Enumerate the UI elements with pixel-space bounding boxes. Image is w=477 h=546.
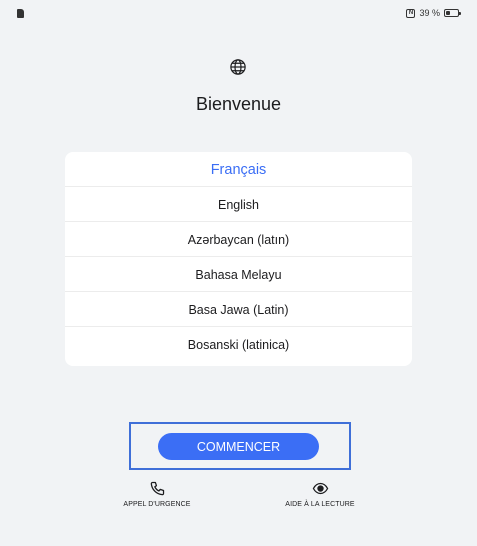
nfc-icon: N: [406, 8, 416, 18]
language-list[interactable]: Français English Azərbaycan (latın) Baha…: [65, 152, 412, 366]
eye-icon: [312, 482, 328, 495]
sim-card-icon: [17, 9, 24, 18]
emergency-call-label: APPEL D'URGENCE: [123, 501, 191, 508]
battery-icon: [444, 9, 461, 17]
battery-percent: 39 %: [419, 8, 440, 18]
language-item-english[interactable]: English: [65, 187, 412, 222]
language-item-bosnian[interactable]: Bosanski (latinica): [65, 327, 412, 362]
globe-icon: [230, 59, 246, 75]
language-item-french[interactable]: Français: [65, 153, 412, 187]
reading-aid-button[interactable]: AIDE À LA LECTURE: [280, 480, 360, 508]
phone-icon: [150, 481, 164, 496]
language-item-malay[interactable]: Bahasa Melayu: [65, 257, 412, 292]
status-bar: N 39 %: [0, 0, 477, 26]
battery-level: [446, 11, 451, 15]
language-item-javanese[interactable]: Basa Jawa (Latin): [65, 292, 412, 327]
language-item-azerbaijani[interactable]: Azərbaycan (latın): [65, 222, 412, 257]
page-title: Bienvenue: [195, 94, 282, 114]
emergency-call-button[interactable]: APPEL D'URGENCE: [119, 480, 195, 508]
reading-aid-label: AIDE À LA LECTURE: [285, 501, 355, 508]
status-indicators: N 39 %: [406, 7, 461, 19]
start-button[interactable]: COMMENCER: [158, 433, 319, 460]
